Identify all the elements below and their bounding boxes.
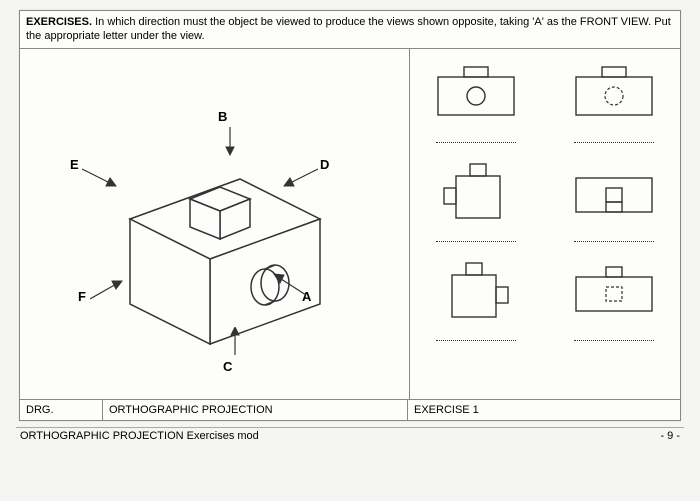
tb-projection: ORTHOGRAPHIC PROJECTION: [103, 400, 408, 420]
view-4-drawing: [564, 158, 664, 228]
arrow-C: [225, 327, 245, 357]
label-F: F: [78, 289, 86, 304]
label-E: E: [70, 157, 79, 172]
answer-line-4[interactable]: [574, 241, 654, 243]
header-text: In which direction must the object be vi…: [26, 16, 671, 42]
views-panel: [410, 49, 680, 399]
view-2-drawing: [564, 59, 664, 129]
answer-line-5[interactable]: [436, 340, 516, 342]
footer-page: - 9 -: [660, 430, 680, 442]
header-title: EXERCISES.: [26, 16, 92, 28]
label-B: B: [218, 109, 227, 124]
answer-line-2[interactable]: [574, 142, 654, 144]
exercise-sheet: EXERCISES. In which direction must the o…: [19, 10, 681, 421]
main-area: B E D A F: [20, 49, 680, 399]
answer-line-3[interactable]: [436, 241, 516, 243]
view-2: [559, 59, 669, 144]
tb-drg: DRG.: [20, 400, 103, 420]
isometric-panel: B E D A F: [20, 49, 410, 399]
instructions-header: EXERCISES. In which direction must the o…: [20, 11, 680, 49]
page-footer: ORTHOGRAPHIC PROJECTION Exercises mod - …: [16, 427, 684, 444]
footer-left: ORTHOGRAPHIC PROJECTION Exercises mod: [20, 430, 259, 442]
view-1: [421, 59, 531, 144]
label-C: C: [223, 359, 232, 374]
title-block: DRG. ORTHOGRAPHIC PROJECTION EXERCISE 1: [20, 399, 680, 420]
arrow-F: [90, 277, 130, 307]
arrow-E: [82, 164, 122, 194]
arrow-A: [270, 269, 310, 299]
view-6-drawing: [564, 257, 664, 327]
answer-line-1[interactable]: [436, 142, 516, 144]
view-1-drawing: [426, 59, 526, 129]
view-3-drawing: [426, 158, 526, 228]
views-grid: [416, 59, 674, 342]
view-5-drawing: [426, 257, 526, 327]
view-3: [421, 158, 531, 243]
arrow-B: [220, 127, 240, 157]
tb-exercise: EXERCISE 1: [408, 400, 680, 420]
arrow-D: [278, 164, 318, 194]
view-5: [421, 257, 531, 342]
view-4: [559, 158, 669, 243]
answer-line-6[interactable]: [574, 340, 654, 342]
view-6: [559, 257, 669, 342]
label-D: D: [320, 157, 329, 172]
